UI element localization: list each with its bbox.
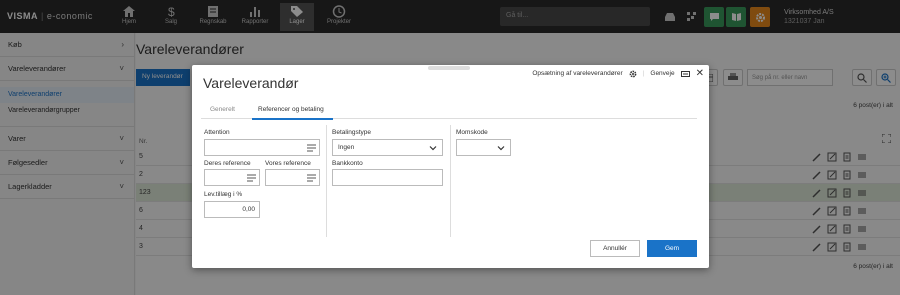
- lev-tillaeg-field[interactable]: 0,00: [204, 201, 260, 218]
- bankkonto-field[interactable]: [332, 169, 443, 186]
- bankkonto-label: Bankkonto: [332, 160, 363, 167]
- dialog-tabs: Generelt Referencer og betaling: [201, 102, 697, 120]
- vores-reference-field[interactable]: [265, 169, 320, 186]
- tab-referencer-og-betaling[interactable]: Referencer og betaling: [258, 106, 324, 113]
- chevron-down-icon: [429, 146, 437, 151]
- drag-handle[interactable]: [428, 66, 470, 70]
- gear-icon[interactable]: [629, 70, 637, 78]
- betalingstype-value: Ingen: [338, 144, 355, 151]
- attention-field[interactable]: [204, 139, 320, 156]
- supplier-dialog: Vareleverandør Opsætning af vareleverand…: [192, 65, 709, 268]
- dialog-title: Vareleverandør: [203, 75, 299, 91]
- shortcuts-link[interactable]: Genveje: [650, 70, 674, 77]
- betalingstype-label: Betalingstype: [332, 129, 372, 136]
- close-icon[interactable]: ✕: [696, 68, 704, 79]
- setup-link[interactable]: Opsætning af vareleverandører: [532, 70, 622, 77]
- momskode-select[interactable]: [456, 139, 511, 156]
- lev-tillaeg-label: Lev.tillæg i %: [204, 191, 243, 198]
- vores-reference-label: Vores reference: [265, 160, 311, 167]
- tab-generelt[interactable]: Generelt: [210, 106, 235, 113]
- save-button[interactable]: Gem: [647, 240, 697, 257]
- cancel-button[interactable]: Annullér: [590, 240, 640, 257]
- chevron-down-icon: [497, 146, 505, 151]
- keyboard-icon[interactable]: [680, 70, 690, 77]
- attention-label: Attention: [204, 129, 230, 136]
- active-tab-indicator: [252, 118, 333, 120]
- lookup-list-icon[interactable]: [307, 144, 316, 152]
- deres-reference-label: Deres reference: [204, 160, 251, 167]
- deres-reference-field[interactable]: [204, 169, 260, 186]
- lev-tillaeg-value: 0,00: [242, 206, 255, 213]
- lookup-list-icon[interactable]: [247, 174, 256, 182]
- lookup-list-icon[interactable]: [307, 174, 316, 182]
- momskode-label: Momskode: [456, 129, 488, 136]
- betalingstype-select[interactable]: Ingen: [332, 139, 443, 156]
